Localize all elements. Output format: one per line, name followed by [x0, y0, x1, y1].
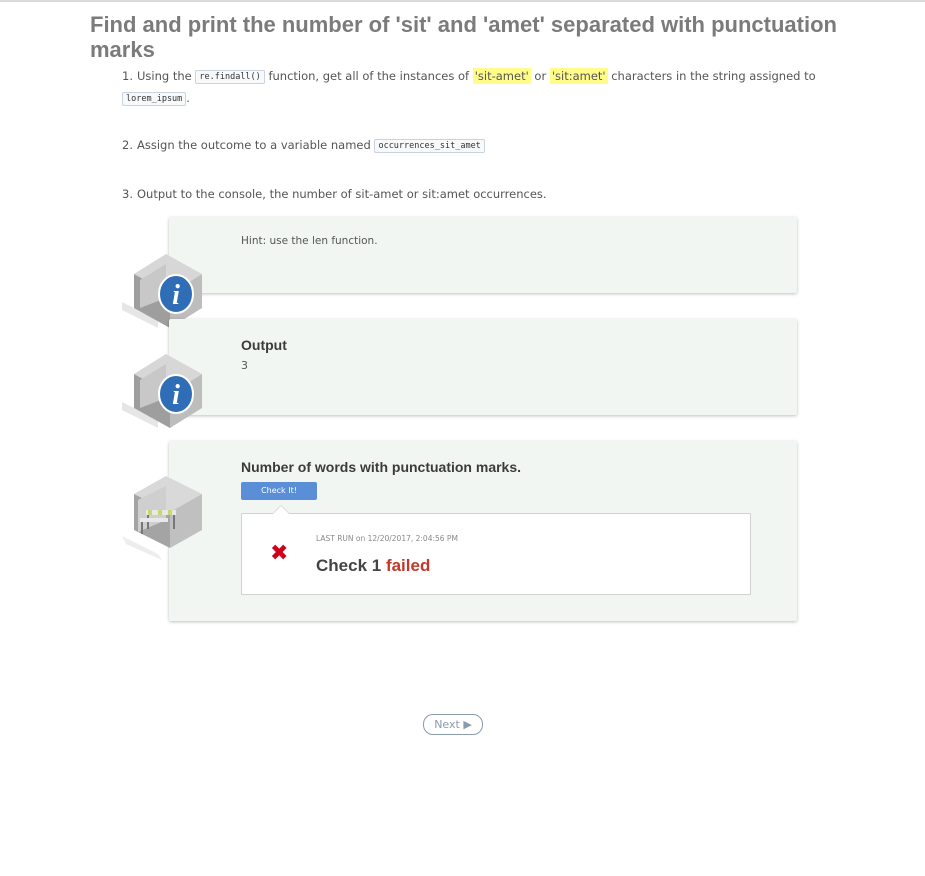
x-icon: ✖: [270, 541, 289, 566]
check-label: Check 1: [316, 556, 382, 575]
next-button[interactable]: Next ▶: [423, 714, 483, 735]
highlight: 'sit-amet': [472, 68, 531, 84]
step-number: 2.: [122, 138, 133, 152]
failed-status: failed: [385, 556, 431, 575]
step-text: function, get all of the instances of: [264, 69, 473, 83]
hurdle-cube-icon: [118, 470, 204, 574]
output-value: 3: [241, 359, 248, 372]
code-snippet: re.findall(): [195, 70, 265, 84]
step-text: Using the: [136, 69, 196, 83]
info-cube-icon: i: [118, 350, 204, 434]
output-card: Output 3: [169, 319, 797, 415]
highlight: 'sit:amet': [549, 68, 608, 84]
output-title: Output: [241, 337, 287, 353]
hint-card: Hint: use the len function.: [169, 217, 797, 293]
check-card: Number of words with punctuation marks. …: [169, 441, 797, 621]
step-number: 3.: [122, 187, 133, 201]
step-text: .: [186, 91, 190, 105]
code-snippet: lorem_ipsum: [122, 92, 187, 106]
step-text: Assign the outcome to a variable named: [136, 138, 375, 152]
step-text: or: [530, 69, 550, 83]
result-pointer: [272, 505, 290, 514]
check-result-panel: ✖ LAST RUN on 12/20/2017, 2:04:56 PM Che…: [241, 505, 751, 595]
svg-text:i: i: [172, 280, 180, 311]
last-run-timestamp: LAST RUN on 12/20/2017, 2:04:56 PM: [316, 534, 458, 543]
instruction-step-2: 2. Assign the outcome to a variable named…: [122, 135, 852, 157]
step-number: 1.: [122, 69, 133, 83]
page-title: Find and print the number of 'sit' and '…: [90, 12, 837, 62]
instruction-step-1: 1. Using the re.findall() function, get a…: [122, 66, 852, 110]
top-divider: [0, 0, 925, 2]
step-text: characters in the string assigned to: [607, 69, 816, 83]
step-text: Output to the console, the number of sit…: [136, 187, 547, 201]
svg-text:i: i: [172, 380, 180, 411]
check-it-button[interactable]: Check It!: [241, 482, 317, 500]
hint-text: Hint: use the len function.: [241, 235, 378, 247]
instruction-step-3: 3. Output to the console, the number of s…: [122, 184, 852, 205]
check-status: Check 1 failed: [316, 556, 430, 576]
check-title: Number of words with punctuation marks.: [241, 459, 522, 475]
code-snippet: occurrences_sit_amet: [374, 139, 485, 153]
